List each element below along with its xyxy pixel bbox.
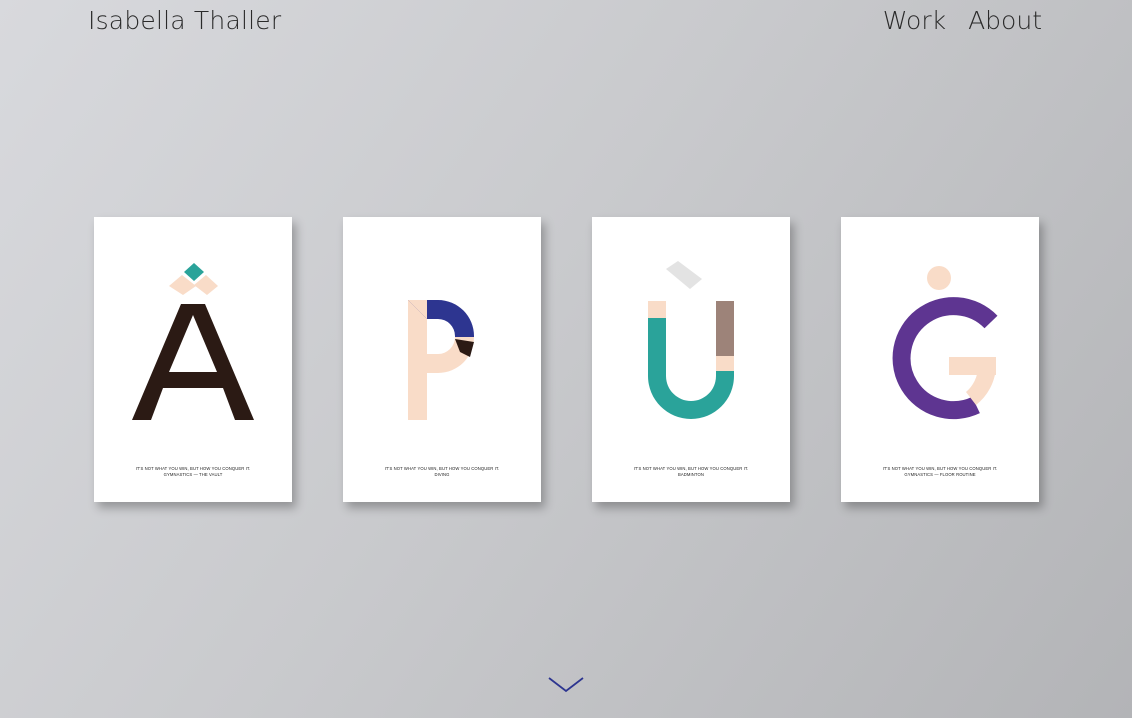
poster-caption: IT'S NOT WHAT YOU WIN, BUT HOW YOU CONQU… (841, 466, 1039, 478)
site-title[interactable]: Isabella Thaller (88, 6, 281, 35)
poster-gallery: IT'S NOT WHAT YOU WIN, BUT HOW YOU CONQU… (94, 217, 1039, 502)
nav-work-link[interactable]: Work (883, 6, 946, 35)
poster-g-dot[interactable]: IT'S NOT WHAT YOU WIN, BUT HOW YOU CONQU… (841, 217, 1039, 502)
poster-u-grave[interactable]: IT'S NOT WHAT YOU WIN, BUT HOW YOU CONQU… (592, 217, 790, 502)
caption-sport: GYMNASTICS — FLOOR ROUTINE (904, 472, 976, 477)
poster-a-circumflex[interactable]: IT'S NOT WHAT YOU WIN, BUT HOW YOU CONQU… (94, 217, 292, 502)
poster-caption: IT'S NOT WHAT YOU WIN, BUT HOW YOU CONQU… (94, 466, 292, 478)
letter-a-circumflex-graphic (132, 263, 254, 420)
caption-sport: DIVING (434, 472, 450, 477)
chevron-down-icon[interactable] (548, 675, 584, 695)
poster-caption: IT'S NOT WHAT YOU WIN, BUT HOW YOU CONQU… (343, 466, 541, 478)
caption-sport: GYMNASTICS — THE VAULT (163, 472, 223, 477)
letter-u-grave-graphic (648, 261, 734, 419)
poster-caption: IT'S NOT WHAT YOU WIN, BUT HOW YOU CONQU… (592, 466, 790, 478)
main-nav: Work About (883, 6, 1042, 35)
letter-p-graphic (408, 300, 474, 420)
poster-p[interactable]: IT'S NOT WHAT YOU WIN, BUT HOW YOU CONQU… (343, 217, 541, 502)
caption-sport: BADMINTON (678, 472, 704, 477)
nav-about-link[interactable]: About (968, 6, 1042, 35)
letter-g-dot-graphic (892, 266, 998, 420)
